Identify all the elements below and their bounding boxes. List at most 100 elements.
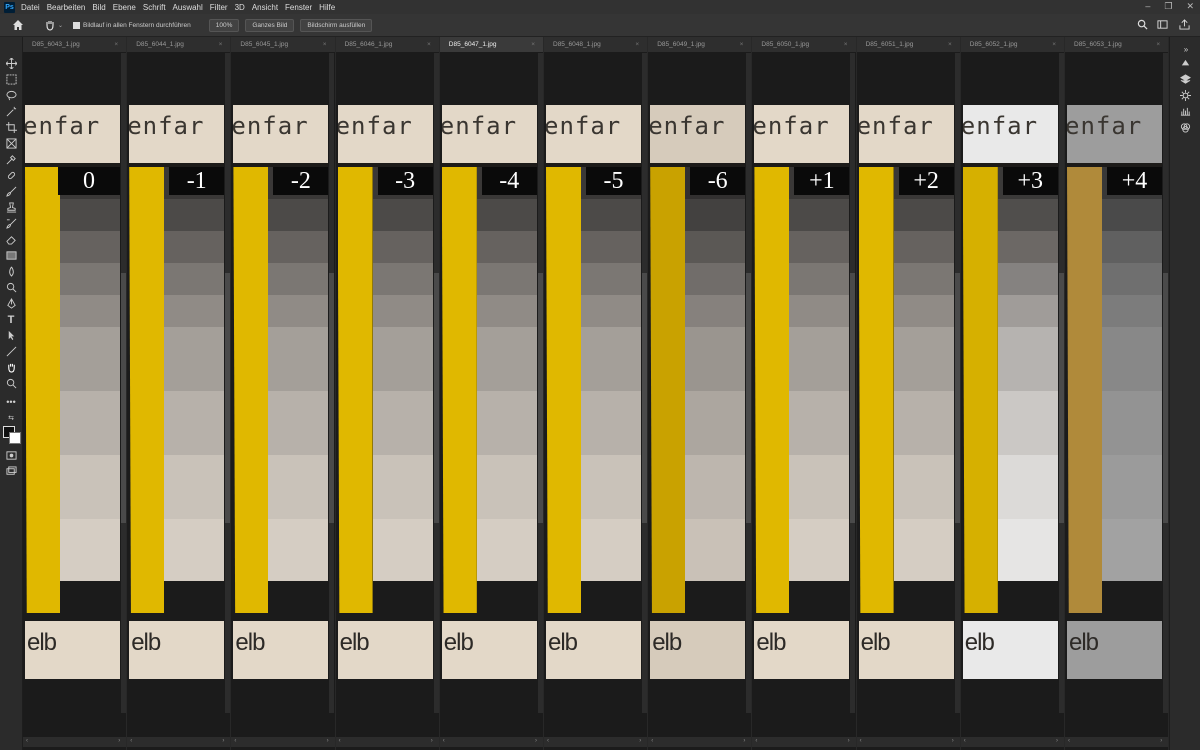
- document-tab[interactable]: D85_6043_1.jpg ×: [23, 37, 127, 52]
- swap-colors-icon[interactable]: ⇆: [4, 411, 18, 424]
- crop-icon[interactable]: [4, 121, 18, 134]
- close-tab-icon[interactable]: ×: [948, 41, 952, 48]
- horizontal-scrollbar[interactable]: ‹ ›: [544, 737, 648, 747]
- document-canvas[interactable]: enfar -4 elb: [441, 53, 537, 713]
- document-tab[interactable]: D85_6048_1.jpg ×: [544, 37, 648, 52]
- vertical-scrollbar[interactable]: [121, 53, 126, 713]
- scroll-all-windows-checkbox[interactable]: Bildlauf in allen Fenstern durchführen: [73, 21, 191, 29]
- menu-auswahl[interactable]: Auswahl: [173, 3, 203, 12]
- eyedropper-icon[interactable]: [4, 153, 18, 166]
- horizontal-scrollbar[interactable]: ‹ ›: [960, 737, 1064, 747]
- move-icon[interactable]: [4, 57, 18, 70]
- scrollbar-thumb[interactable]: [121, 273, 126, 523]
- menu-filter[interactable]: Filter: [210, 3, 228, 12]
- lasso-icon[interactable]: [4, 89, 18, 102]
- horizontal-scrollbar[interactable]: ‹ ›: [752, 737, 856, 747]
- document-tab[interactable]: D85_6044_1.jpg ×: [127, 37, 231, 52]
- horizontal-scrollbar[interactable]: ‹ ›: [335, 737, 439, 747]
- history-brush-icon[interactable]: [4, 217, 18, 230]
- vertical-scrollbar[interactable]: [954, 53, 960, 713]
- scrollbar-thumb[interactable]: [329, 273, 335, 523]
- magic-wand-icon[interactable]: [4, 105, 18, 118]
- document-canvas[interactable]: enfar -6 elb: [650, 53, 746, 713]
- scroll-left-icon[interactable]: ‹: [860, 738, 862, 744]
- horizontal-scrollbar[interactable]: ‹ ›: [1065, 737, 1169, 747]
- vertical-scrollbar[interactable]: [225, 53, 231, 713]
- photoshop-logo-icon[interactable]: Ps: [4, 1, 15, 13]
- frame-icon[interactable]: [4, 137, 18, 150]
- document-tab[interactable]: D85_6051_1.jpg ×: [856, 37, 960, 52]
- horizontal-scrollbar[interactable]: ‹ ›: [648, 737, 752, 747]
- gradient-icon[interactable]: [4, 249, 18, 262]
- zoom-100-button[interactable]: 100%: [208, 18, 240, 32]
- document-canvas[interactable]: enfar -1 elb: [129, 53, 225, 713]
- vertical-scrollbar[interactable]: [850, 53, 856, 713]
- close-tab-icon[interactable]: ×: [323, 41, 327, 48]
- document-tab[interactable]: D85_6050_1.jpg ×: [752, 37, 856, 52]
- scroll-left-icon[interactable]: ‹: [547, 738, 549, 744]
- zoom-icon[interactable]: [4, 377, 18, 390]
- document-canvas[interactable]: enfar +4 elb: [1067, 53, 1162, 713]
- fit-screen-button[interactable]: Ganzes Bild: [245, 18, 295, 32]
- document-canvas[interactable]: enfar +3 elb: [962, 53, 1058, 713]
- menu-ansicht[interactable]: Ansicht: [252, 3, 278, 12]
- vertical-scrollbar[interactable]: [329, 53, 335, 713]
- screen-mode-icon[interactable]: [4, 465, 18, 478]
- line-icon[interactable]: [4, 345, 18, 358]
- document-canvas[interactable]: enfar -3 elb: [337, 53, 433, 713]
- document-canvas[interactable]: enfar 0 elb: [25, 53, 120, 713]
- close-tab-icon[interactable]: ×: [531, 41, 535, 48]
- type-icon[interactable]: T: [4, 313, 18, 326]
- close-tab-icon[interactable]: ×: [219, 41, 223, 48]
- document-canvas[interactable]: enfar -5 elb: [546, 53, 641, 713]
- document-canvas[interactable]: enfar +2 elb: [858, 53, 954, 713]
- menu-hilfe[interactable]: Hilfe: [319, 3, 335, 12]
- scrollbar-thumb[interactable]: [850, 273, 856, 523]
- scroll-right-icon[interactable]: ›: [327, 738, 329, 744]
- path-selection-icon[interactable]: [4, 329, 18, 342]
- scroll-right-icon[interactable]: ›: [1160, 738, 1162, 744]
- scrollbar-thumb[interactable]: [954, 273, 960, 523]
- scrollbar-thumb[interactable]: [225, 273, 231, 523]
- menu-datei[interactable]: Datei: [21, 3, 40, 12]
- horizontal-scrollbar[interactable]: ‹ ›: [23, 737, 127, 747]
- close-tab-icon[interactable]: ×: [844, 41, 848, 48]
- vertical-scrollbar[interactable]: [537, 53, 543, 713]
- background-color-swatch[interactable]: [9, 432, 21, 444]
- scroll-left-icon[interactable]: ‹: [234, 738, 236, 744]
- scrollbar-thumb[interactable]: [1163, 273, 1168, 523]
- menu-ebene[interactable]: Ebene: [113, 3, 136, 12]
- hand-tool-icon[interactable]: [44, 19, 56, 31]
- marquee-icon[interactable]: [4, 73, 18, 86]
- adjustments-panel-icon[interactable]: [1178, 89, 1192, 102]
- scroll-right-icon[interactable]: ›: [639, 738, 641, 744]
- close-tab-icon[interactable]: ×: [1156, 41, 1160, 48]
- collapse-panels-icon[interactable]: »: [1179, 43, 1193, 56]
- scroll-right-icon[interactable]: ›: [1056, 738, 1058, 744]
- close-tab-icon[interactable]: ×: [114, 41, 118, 48]
- scroll-left-icon[interactable]: ‹: [651, 738, 653, 744]
- scroll-left-icon[interactable]: ‹: [443, 738, 445, 744]
- scroll-right-icon[interactable]: ›: [222, 738, 224, 744]
- scroll-right-icon[interactable]: ›: [535, 738, 537, 744]
- dodge-icon[interactable]: [4, 281, 18, 294]
- hand-icon[interactable]: [4, 361, 18, 374]
- layers-panel-icon[interactable]: [1178, 73, 1192, 86]
- scroll-right-icon[interactable]: ›: [118, 738, 120, 744]
- eraser-icon[interactable]: [4, 233, 18, 246]
- document-tab[interactable]: D85_6045_1.jpg ×: [231, 37, 335, 52]
- menu-fenster[interactable]: Fenster: [285, 3, 312, 12]
- scrollbar-thumb[interactable]: [642, 273, 647, 523]
- more-tools-icon[interactable]: •••: [4, 395, 18, 408]
- chevron-down-icon[interactable]: ⌄: [58, 22, 63, 29]
- scroll-left-icon[interactable]: ‹: [1068, 738, 1070, 744]
- search-icon[interactable]: [1137, 19, 1148, 32]
- pen-icon[interactable]: [4, 297, 18, 310]
- restore-button[interactable]: ❐: [1164, 1, 1172, 12]
- quick-mask-icon[interactable]: [4, 449, 18, 462]
- scroll-right-icon[interactable]: ›: [952, 738, 954, 744]
- scroll-right-icon[interactable]: ›: [431, 738, 433, 744]
- vertical-scrollbar[interactable]: [642, 53, 647, 713]
- horizontal-scrollbar[interactable]: ‹ ›: [856, 737, 960, 747]
- document-canvas[interactable]: enfar -2 elb: [233, 53, 329, 713]
